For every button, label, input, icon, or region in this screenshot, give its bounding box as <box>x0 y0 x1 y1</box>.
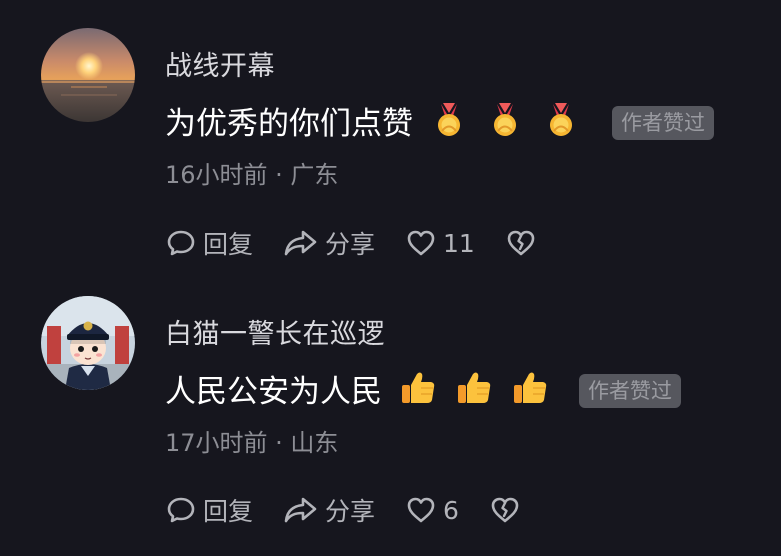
broken-heart-icon <box>491 497 519 523</box>
username[interactable]: 战线开幕 <box>165 44 275 83</box>
comment-actions: 回复 分享 11 <box>165 225 567 261</box>
comment-meta: 16小时前 · 广东 <box>165 161 339 189</box>
share-button[interactable]: 分享 <box>283 492 375 528</box>
medal-icon <box>541 100 581 140</box>
comment-item: 战线开幕 为优秀的你们点赞 作者赞过 16小时前 · 广东 回复 分享 11 <box>0 0 781 278</box>
author-liked-badge: 作者赞过 <box>612 106 714 140</box>
medal-icon <box>485 100 525 140</box>
avatar[interactable] <box>41 28 135 122</box>
heart-icon <box>407 497 435 523</box>
comment-item: 白猫一警长在巡逻 人民公安为人民 作者赞过 17小时前 · 山东 回复 分享 6 <box>0 278 781 556</box>
comment-actions: 回复 分享 6 <box>165 492 551 528</box>
share-label: 分享 <box>325 497 376 526</box>
like-button[interactable]: 11 <box>405 227 475 259</box>
medal-icon <box>429 100 469 140</box>
comment-list: 战线开幕 为优秀的你们点赞 作者赞过 16小时前 · 广东 回复 分享 11 白… <box>0 0 781 556</box>
heart-icon <box>407 230 435 256</box>
share-button[interactable]: 分享 <box>283 225 375 261</box>
like-button[interactable]: 6 <box>405 494 459 526</box>
share-arrow-icon <box>284 497 317 523</box>
comment-meta: 17小时前 · 山东 <box>165 429 339 457</box>
dislike-button[interactable] <box>505 227 537 259</box>
sunset-avatar-icon <box>41 28 135 122</box>
author-liked-badge: 作者赞过 <box>579 374 681 408</box>
broken-heart-icon <box>507 230 535 256</box>
thumbs-up-icon <box>454 368 494 408</box>
reply-label: 回复 <box>203 497 254 526</box>
comment-text: 人民公安为人民 <box>165 366 550 410</box>
comment-text-body: 为优秀的你们点赞 <box>165 105 413 142</box>
share-label: 分享 <box>325 230 376 259</box>
police-cartoon-avatar-icon <box>41 296 135 390</box>
thumbs-up-icon <box>510 368 550 408</box>
comment-text-body: 人民公安为人民 <box>165 373 382 410</box>
avatar[interactable] <box>41 296 135 390</box>
reply-label: 回复 <box>203 230 254 259</box>
dislike-button[interactable] <box>489 494 521 526</box>
speech-bubble-icon <box>167 230 195 256</box>
thumbs-up-icon <box>398 368 438 408</box>
like-count: 11 <box>443 228 475 258</box>
username[interactable]: 白猫一警长在巡逻 <box>165 312 385 351</box>
like-count: 6 <box>443 495 459 525</box>
share-arrow-icon <box>284 230 317 256</box>
comment-text: 为优秀的你们点赞 <box>165 98 581 142</box>
speech-bubble-icon <box>167 497 195 523</box>
reply-button[interactable]: 回复 <box>165 492 253 528</box>
reply-button[interactable]: 回复 <box>165 225 253 261</box>
